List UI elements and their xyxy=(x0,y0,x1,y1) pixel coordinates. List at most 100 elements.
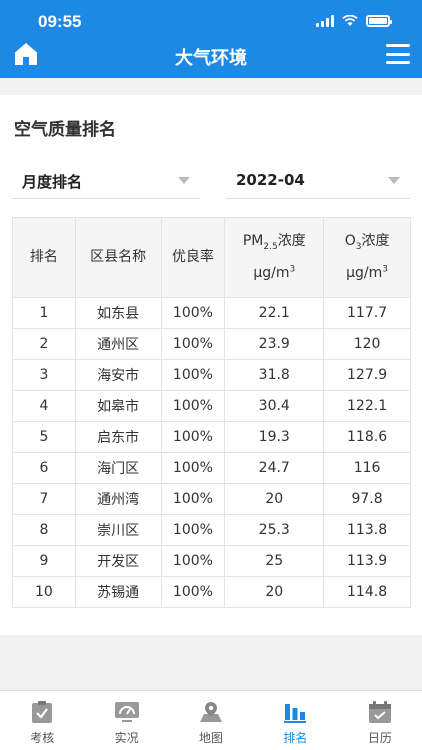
table-row[interactable]: 5 启东市 100% 19.3 118.6 xyxy=(12,421,411,453)
cell-o3: 122.1 xyxy=(323,390,411,422)
pm25-unit: μg/m xyxy=(253,264,290,281)
cell-district: 如东县 xyxy=(74,297,162,329)
cell-good-rate: 100% xyxy=(160,328,226,360)
calendar-icon xyxy=(367,699,393,725)
cell-district: 苏锡通 xyxy=(74,576,162,608)
cell-rank: 8 xyxy=(12,514,76,546)
table-row[interactable]: 9 开发区 100% 25 113.9 xyxy=(12,545,411,577)
cell-o3: 118.6 xyxy=(323,421,411,453)
o3-unit-sup: 3 xyxy=(382,264,389,275)
period-dropdown[interactable]: 2022-04 xyxy=(226,157,410,199)
chevron-down-icon xyxy=(388,177,400,184)
rank-type-value: 月度排名 xyxy=(22,173,83,191)
cell-good-rate: 100% xyxy=(160,390,226,422)
cell-o3: 113.8 xyxy=(323,514,411,546)
section-title: 空气质量排名 xyxy=(14,120,116,140)
table-row[interactable]: 4 如皋市 100% 30.4 122.1 xyxy=(12,390,411,422)
cell-rank: 4 xyxy=(12,390,76,422)
cell-good-rate: 100% xyxy=(160,576,226,608)
cell-district: 海安市 xyxy=(74,359,162,391)
cell-rank: 1 xyxy=(12,297,76,329)
menu-icon[interactable] xyxy=(386,44,410,64)
header-pm25: PM2.5浓度 μg/m3 xyxy=(224,217,325,298)
cell-o3: 127.9 xyxy=(323,359,411,391)
tab-ditu[interactable]: 地图 xyxy=(169,691,253,750)
table-row[interactable]: 2 通州区 100% 23.9 120 xyxy=(12,328,411,360)
cell-o3: 116 xyxy=(323,452,411,484)
cell-rank: 3 xyxy=(12,359,76,391)
pm25-suffix: 浓度 xyxy=(277,233,306,250)
cell-pm25: 25 xyxy=(224,545,325,577)
signal-icon xyxy=(316,15,334,27)
cell-district: 崇川区 xyxy=(74,514,162,546)
cell-pm25: 30.4 xyxy=(224,390,325,422)
top-bar: 09:55 大气环境 xyxy=(0,0,422,78)
tab-label: 实况 xyxy=(114,731,139,745)
bar-chart-icon xyxy=(282,699,308,725)
cell-o3: 120 xyxy=(323,328,411,360)
clipboard-check-icon xyxy=(29,699,55,725)
table-row[interactable]: 7 通州湾 100% 20 97.8 xyxy=(12,483,411,515)
status-time: 09:55 xyxy=(38,12,82,31)
rank-type-dropdown[interactable]: 月度排名 xyxy=(12,157,200,199)
cell-o3: 97.8 xyxy=(323,483,411,515)
tab-label: 考核 xyxy=(30,731,55,745)
tab-rili[interactable]: 日历 xyxy=(338,691,422,750)
status-icons xyxy=(316,15,392,27)
cell-rank: 2 xyxy=(12,328,76,360)
tab-paiming[interactable]: 排名 xyxy=(253,691,337,750)
tab-shikuang[interactable]: 实况 xyxy=(84,691,168,750)
cell-o3: 114.8 xyxy=(323,576,411,608)
cell-pm25: 23.9 xyxy=(224,328,325,360)
monitor-icon xyxy=(114,699,140,725)
table-row[interactable]: 6 海门区 100% 24.7 116 xyxy=(12,452,411,484)
page-title: 大气环境 xyxy=(175,48,247,69)
header-rank: 排名 xyxy=(12,217,76,298)
tab-label: 日历 xyxy=(367,731,392,745)
chevron-down-icon xyxy=(178,177,190,184)
tab-kaohe[interactable]: 考核 xyxy=(0,691,84,750)
cell-good-rate: 100% xyxy=(160,514,226,546)
table-row[interactable]: 8 崇川区 100% 25.3 113.8 xyxy=(12,514,411,546)
cell-good-rate: 100% xyxy=(160,545,226,577)
cell-district: 通州区 xyxy=(74,328,162,360)
cell-good-rate: 100% xyxy=(160,359,226,391)
cell-district: 如皋市 xyxy=(74,390,162,422)
cell-rank: 6 xyxy=(12,452,76,484)
battery-icon xyxy=(366,15,392,27)
o3-unit: μg/m xyxy=(346,264,383,281)
pm25-sub: 2.5 xyxy=(263,242,278,253)
ranking-card: 空气质量排名 月度排名 2022-04 排名 区县名称 优良率 PM2.5浓度 … xyxy=(0,95,422,635)
cell-pm25: 19.3 xyxy=(224,421,325,453)
cell-o3: 113.9 xyxy=(323,545,411,577)
cell-pm25: 25.3 xyxy=(224,514,325,546)
cell-rank: 10 xyxy=(12,576,76,608)
table-header-row: 排名 区县名称 优良率 PM2.5浓度 μg/m3 O3浓度 μg/m3 xyxy=(12,217,411,298)
cell-pm25: 24.7 xyxy=(224,452,325,484)
status-bar: 09:55 xyxy=(0,10,422,36)
pm25-name: PM xyxy=(242,233,264,250)
cell-pm25: 20 xyxy=(224,576,325,608)
table-row[interactable]: 1 如东县 100% 22.1 117.7 xyxy=(12,297,411,329)
wifi-icon xyxy=(342,15,358,26)
ranking-table: 排名 区县名称 优良率 PM2.5浓度 μg/m3 O3浓度 μg/m3 1 如东… xyxy=(12,217,411,608)
tab-label: 排名 xyxy=(283,731,308,745)
cell-good-rate: 100% xyxy=(160,297,226,329)
bottom-tab-bar: 考核 实况 地图 排名 日历 xyxy=(0,690,422,750)
cell-district: 通州湾 xyxy=(74,483,162,515)
cell-pm25: 20 xyxy=(224,483,325,515)
o3-name: O xyxy=(344,233,356,250)
cell-pm25: 22.1 xyxy=(224,297,325,329)
period-value: 2022-04 xyxy=(236,171,305,189)
pm25-unit-sup: 3 xyxy=(289,264,296,275)
table-row[interactable]: 10 苏锡通 100% 20 114.8 xyxy=(12,576,411,608)
table-row[interactable]: 3 海安市 100% 31.8 127.9 xyxy=(12,359,411,391)
cell-district: 海门区 xyxy=(74,452,162,484)
cell-rank: 5 xyxy=(12,421,76,453)
o3-suffix: 浓度 xyxy=(361,233,390,250)
cell-good-rate: 100% xyxy=(160,452,226,484)
cell-good-rate: 100% xyxy=(160,421,226,453)
header-district: 区县名称 xyxy=(74,217,162,298)
cell-district: 启东市 xyxy=(74,421,162,453)
cell-pm25: 31.8 xyxy=(224,359,325,391)
